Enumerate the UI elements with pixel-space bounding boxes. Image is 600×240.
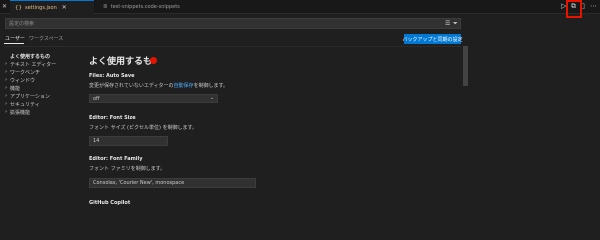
active-tab-indicator [4,43,24,44]
toc-item-label: 拡張機能 [10,109,31,116]
editor-tab-bar: ✕ {} settings.json ✕ ≣ test-snippets.cod… [0,0,600,14]
json-file-icon: {} [15,4,22,11]
tab-workspace[interactable]: ワークスペース [29,35,63,42]
tab-label: settings.json [25,4,57,11]
tab-settings-json[interactable]: {} settings.json ✕ [10,0,94,14]
funnel-icon[interactable]: ⏷ [453,20,458,28]
toc-item-text-editor[interactable]: › テキスト エディター [5,60,75,68]
backup-sync-button[interactable]: バックアップと同期の設定 [403,34,463,44]
chevron-down-icon: ⌄ [209,95,214,101]
divider [5,46,461,47]
toc-item-window[interactable]: › ウィンドウ [5,76,75,84]
desc-text: を制御します。 [193,83,229,89]
setting-desc-auto-save: 変更が保存されていないエディターの自動保存を制御します。 [89,82,228,89]
tab-test-snippets[interactable]: ≣ test-snippets.code-snippets [94,0,184,14]
section-title: よく使用するも [89,57,153,67]
scrollbar-thumb[interactable] [463,46,468,86]
font-family-input[interactable]: Consolas, 'Courier New', monospace [89,178,256,188]
close-icon[interactable]: ✕ [2,3,7,10]
dropdown-value: off [93,95,100,102]
toc-item-security[interactable]: › セキュリティ [5,100,75,108]
toc-item-label: 機能 [10,85,21,92]
tab-close-icon[interactable]: ✕ [62,4,67,11]
toc-item-label: テキスト エディター [10,61,57,68]
settings-toc: よく使用するもの › テキスト エディター › ワークベンチ › ウィンドウ ›… [5,52,75,116]
toc-item-label: アプリケーション [10,93,50,100]
setting-label-auto-save: Files: Auto Save [89,73,135,79]
highlight-box [566,0,582,18]
toc-item-label: ワークベンチ [10,69,41,76]
toc-item-commonly-used[interactable]: よく使用するもの [5,52,75,60]
toc-item-label: よく使用するもの [10,53,51,60]
more-actions-icon[interactable]: ⋯ [590,2,597,10]
filter-icon[interactable]: ☰ [445,20,450,27]
setting-label-github-copilot: GitHub Copilot [89,200,131,206]
toc-item-label: セキュリティ [10,101,40,108]
snippet-file-icon: ≣ [103,4,108,10]
settings-search-input[interactable] [6,19,436,28]
font-size-input[interactable]: 14 [89,136,168,146]
settings-search-box: ☰ ⏷ [5,18,461,29]
toc-item-extensions[interactable]: › 拡張機能 [5,108,75,116]
tab-user[interactable]: ユーザー [5,35,25,42]
toc-item-workbench[interactable]: › ワークベンチ [5,68,75,76]
auto-save-link[interactable]: 自動保存 [174,83,194,89]
setting-label-font-size: Editor: Font Size [89,115,136,121]
setting-desc-font-family: フォント ファミリを制御します。 [89,166,166,172]
highlight-dot [150,57,157,64]
toc-item-features[interactable]: › 機能 [5,84,75,92]
desc-text: 変更が保存されていないエディターの [89,83,174,89]
setting-desc-font-size: フォント サイズ (ピクセル単位) を制御します。 [89,125,198,131]
setting-label-font-family: Editor: Font Family [89,156,143,162]
settings-scrollbar[interactable] [462,46,468,212]
toc-item-application[interactable]: › アプリケーション [5,92,75,100]
toc-item-label: ウィンドウ [10,77,36,84]
tab-label: test-snippets.code-snippets [110,4,180,10]
auto-save-dropdown[interactable]: off ⌄ [89,94,218,103]
